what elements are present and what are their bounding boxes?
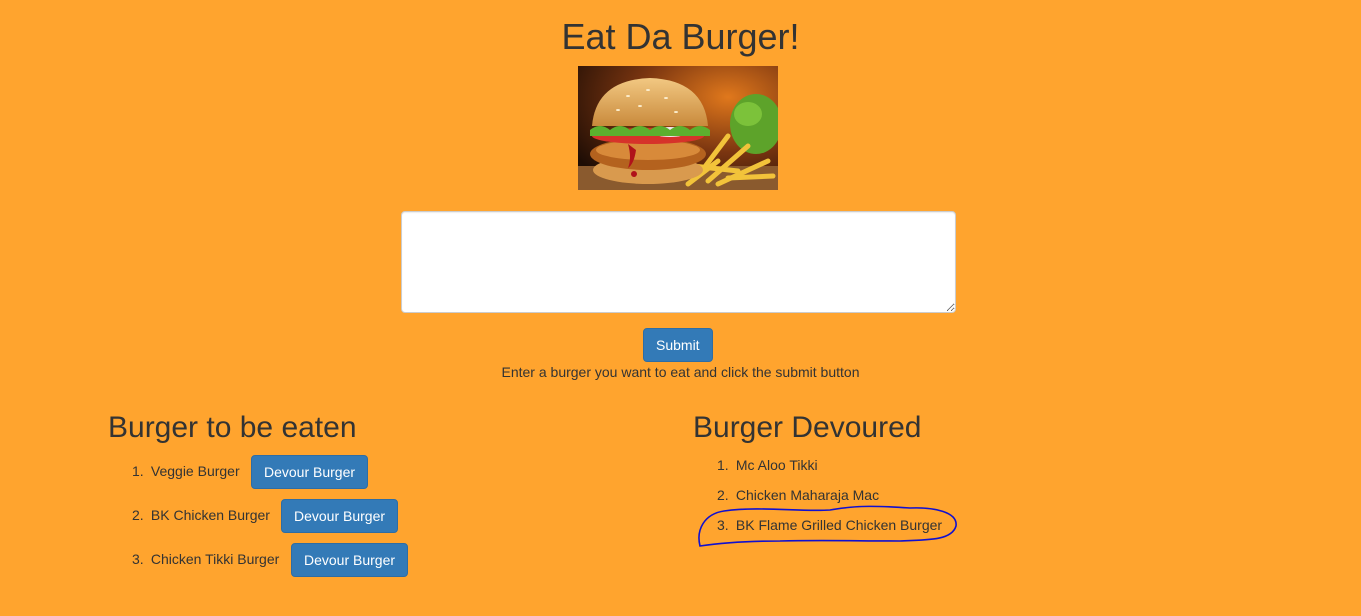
list-item: 3. BK Flame Grilled Chicken Burger [717, 517, 942, 533]
burger-name: BK Chicken Burger [150, 507, 270, 523]
devour-button[interactable]: Devour Burger [281, 499, 399, 533]
burger-name: Veggie Burger [150, 463, 240, 479]
item-number: 3. [717, 517, 729, 533]
page-title: Eat Da Burger! [561, 16, 800, 57]
burger-photo-icon [578, 66, 778, 190]
page: Eat Da Burger! Submit Enter a burger you… [0, 0, 1361, 616]
list-item: 1. Veggie Burger [132, 463, 240, 479]
item-number: 2. [717, 487, 729, 503]
burger-name-textarea[interactable] [401, 211, 956, 313]
to-be-eaten-heading: Burger to be eaten [108, 411, 357, 444]
devour-button[interactable]: Devour Burger [251, 455, 369, 489]
item-number: 2. [132, 507, 144, 523]
devour-button[interactable]: Devour Burger [291, 543, 409, 577]
item-number: 1. [717, 457, 729, 473]
burger-name: Mc Aloo Tikki [735, 457, 818, 473]
help-text: Enter a burger you want to eat and click… [501, 364, 860, 380]
burger-name: BK Flame Grilled Chicken Burger [735, 517, 943, 533]
burger-name: Chicken Tikki Burger [150, 551, 280, 567]
item-number: 1. [132, 463, 144, 479]
list-item: 2. Chicken Maharaja Mac [717, 487, 879, 503]
devoured-heading: Burger Devoured [693, 411, 922, 444]
list-item: 2. BK Chicken Burger [132, 507, 270, 523]
list-item: 1. Mc Aloo Tikki [717, 457, 818, 473]
burger-name: Chicken Maharaja Mac [735, 487, 880, 503]
item-number: 3. [132, 551, 144, 567]
burger-image [578, 66, 778, 190]
list-item: 3. Chicken Tikki Burger [132, 551, 279, 567]
submit-button[interactable]: Submit [643, 328, 713, 362]
